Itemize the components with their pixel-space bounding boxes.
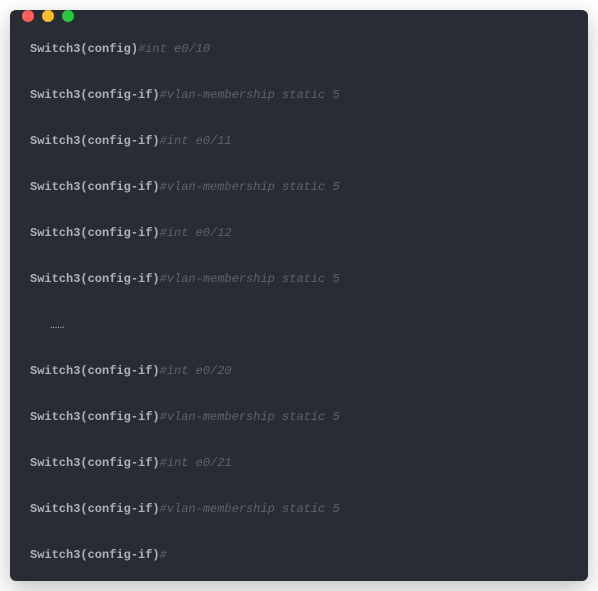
command-text: #vlan-membership static 5 (160, 178, 340, 196)
prompt-text: Switch3(config-if) (30, 270, 160, 288)
terminal-line: Switch3(config-if)#vlan-membership stati… (30, 408, 568, 426)
command-text: #vlan-membership static 5 (160, 86, 340, 104)
prompt-text: Switch3(config-if) (30, 362, 160, 380)
terminal-line: Switch3(config-if)#int e0/12 (30, 224, 568, 242)
minimize-icon[interactable] (42, 10, 54, 22)
terminal-line: Switch3(config-if)#int e0/20 (30, 362, 568, 380)
titlebar (10, 10, 588, 22)
command-text: #int e0/10 (138, 40, 210, 58)
terminal-line: Switch3(config-if)# (30, 546, 568, 564)
terminal-line: Switch3(config-if)#int e0/11 (30, 132, 568, 150)
prompt-text: Switch3(config-if) (30, 178, 160, 196)
prompt-text: Switch3(config-if) (30, 454, 160, 472)
close-icon[interactable] (22, 10, 34, 22)
command-text: #vlan-membership static 5 (160, 500, 340, 518)
terminal-body[interactable]: Switch3(config)#int e0/10 Switch3(config-… (10, 22, 588, 581)
terminal-window: Switch3(config)#int e0/10 Switch3(config-… (10, 10, 588, 581)
command-text: #int e0/12 (160, 224, 232, 242)
ellipsis-line: …… (30, 316, 568, 334)
command-text: #int e0/21 (160, 454, 232, 472)
prompt-text: Switch3(config-if) (30, 86, 160, 104)
prompt-text: Switch3(config-if) (30, 224, 160, 242)
terminal-line: Switch3(config)#int e0/10 (30, 40, 568, 58)
terminal-line: Switch3(config-if)#int e0/21 (30, 454, 568, 472)
command-text: #vlan-membership static 5 (160, 408, 340, 426)
terminal-line: Switch3(config-if)#vlan-membership stati… (30, 86, 568, 104)
maximize-icon[interactable] (62, 10, 74, 22)
terminal-line: Switch3(config-if)#vlan-membership stati… (30, 500, 568, 518)
terminal-line: Switch3(config-if)#vlan-membership stati… (30, 270, 568, 288)
command-text: # (160, 546, 167, 564)
prompt-text: Switch3(config-if) (30, 408, 160, 426)
terminal-line: Switch3(config-if)#vlan-membership stati… (30, 178, 568, 196)
prompt-text: Switch3(config-if) (30, 500, 160, 518)
prompt-text: Switch3(config-if) (30, 132, 160, 150)
prompt-text: Switch3(config-if) (30, 546, 160, 564)
command-text: #vlan-membership static 5 (160, 270, 340, 288)
prompt-text: Switch3(config) (30, 40, 138, 58)
command-text: #int e0/20 (160, 362, 232, 380)
command-text: #int e0/11 (160, 132, 232, 150)
